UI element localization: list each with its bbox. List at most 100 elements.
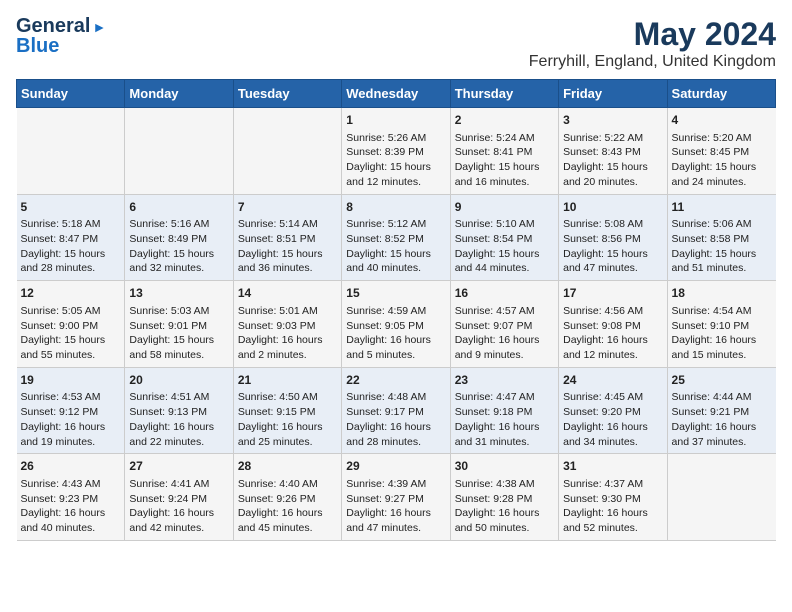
day-number: 4 — [672, 112, 772, 129]
cell-content: Daylight: 15 hours — [21, 247, 121, 262]
cell-content: and 20 minutes. — [563, 175, 662, 190]
cell-content: Sunrise: 5:26 AM — [346, 131, 445, 146]
week-row-3: 12Sunrise: 5:05 AMSunset: 9:00 PMDayligh… — [17, 281, 776, 368]
cell-content: and 24 minutes. — [672, 175, 772, 190]
cell-content: Sunset: 9:03 PM — [238, 319, 337, 334]
column-header-friday: Friday — [559, 80, 667, 108]
day-number: 11 — [672, 199, 772, 216]
cell-content: Sunrise: 4:54 AM — [672, 304, 772, 319]
cell-content: Daylight: 16 hours — [346, 333, 445, 348]
cell-content: Sunset: 8:39 PM — [346, 145, 445, 160]
day-number: 13 — [129, 285, 228, 302]
cell-content: and 42 minutes. — [129, 521, 228, 536]
calendar-cell: 27Sunrise: 4:41 AMSunset: 9:24 PMDayligh… — [125, 454, 233, 541]
cell-content: Sunset: 9:05 PM — [346, 319, 445, 334]
calendar-cell: 13Sunrise: 5:03 AMSunset: 9:01 PMDayligh… — [125, 281, 233, 368]
cell-content: and 15 minutes. — [672, 348, 772, 363]
cell-content: Sunset: 9:17 PM — [346, 405, 445, 420]
cell-content: Sunrise: 4:41 AM — [129, 477, 228, 492]
cell-content: Daylight: 16 hours — [563, 420, 662, 435]
calendar-cell: 25Sunrise: 4:44 AMSunset: 9:21 PMDayligh… — [667, 367, 775, 454]
page-title: May 2024 — [529, 16, 776, 53]
calendar-table: SundayMondayTuesdayWednesdayThursdayFrid… — [16, 79, 776, 541]
cell-content: Sunrise: 4:56 AM — [563, 304, 662, 319]
cell-content: and 37 minutes. — [672, 435, 772, 450]
cell-content: Sunrise: 4:38 AM — [455, 477, 554, 492]
cell-content: Daylight: 16 hours — [455, 506, 554, 521]
day-number: 15 — [346, 285, 445, 302]
cell-content: Sunrise: 4:37 AM — [563, 477, 662, 492]
day-number: 23 — [455, 372, 554, 389]
cell-content: and 12 minutes. — [346, 175, 445, 190]
cell-content: Sunset: 8:47 PM — [21, 232, 121, 247]
cell-content: Sunrise: 5:06 AM — [672, 217, 772, 232]
cell-content: Sunset: 8:43 PM — [563, 145, 662, 160]
column-header-wednesday: Wednesday — [342, 80, 450, 108]
calendar-cell: 11Sunrise: 5:06 AMSunset: 8:58 PMDayligh… — [667, 194, 775, 281]
cell-content: Sunrise: 4:40 AM — [238, 477, 337, 492]
cell-content: and 9 minutes. — [455, 348, 554, 363]
cell-content: Sunset: 9:30 PM — [563, 492, 662, 507]
day-number: 14 — [238, 285, 337, 302]
day-number: 2 — [455, 112, 554, 129]
calendar-cell: 4Sunrise: 5:20 AMSunset: 8:45 PMDaylight… — [667, 108, 775, 195]
cell-content: Sunset: 9:23 PM — [21, 492, 121, 507]
header-row: SundayMondayTuesdayWednesdayThursdayFrid… — [17, 80, 776, 108]
cell-content: Sunset: 9:12 PM — [21, 405, 121, 420]
cell-content: and 32 minutes. — [129, 261, 228, 276]
cell-content: and 36 minutes. — [238, 261, 337, 276]
day-number: 6 — [129, 199, 228, 216]
logo-blue: Blue — [16, 35, 59, 57]
cell-content: Sunset: 9:00 PM — [21, 319, 121, 334]
cell-content: Sunrise: 5:16 AM — [129, 217, 228, 232]
cell-content: and 45 minutes. — [238, 521, 337, 536]
cell-content: Daylight: 15 hours — [129, 247, 228, 262]
calendar-cell: 2Sunrise: 5:24 AMSunset: 8:41 PMDaylight… — [450, 108, 558, 195]
column-header-monday: Monday — [125, 80, 233, 108]
calendar-cell: 6Sunrise: 5:16 AMSunset: 8:49 PMDaylight… — [125, 194, 233, 281]
cell-content: Daylight: 15 hours — [21, 333, 121, 348]
week-row-5: 26Sunrise: 4:43 AMSunset: 9:23 PMDayligh… — [17, 454, 776, 541]
page-subtitle: Ferryhill, England, United Kingdom — [529, 53, 776, 71]
cell-content: and 28 minutes. — [346, 435, 445, 450]
cell-content: Sunset: 8:54 PM — [455, 232, 554, 247]
title-block: May 2024 Ferryhill, England, United King… — [529, 16, 776, 71]
cell-content: and 44 minutes. — [455, 261, 554, 276]
cell-content: and 5 minutes. — [346, 348, 445, 363]
calendar-cell: 31Sunrise: 4:37 AMSunset: 9:30 PMDayligh… — [559, 454, 667, 541]
cell-content: and 47 minutes. — [563, 261, 662, 276]
cell-content: Sunrise: 5:03 AM — [129, 304, 228, 319]
cell-content: Sunset: 8:52 PM — [346, 232, 445, 247]
cell-content: Daylight: 16 hours — [563, 333, 662, 348]
day-number: 26 — [21, 458, 121, 475]
cell-content: Sunrise: 5:01 AM — [238, 304, 337, 319]
day-number: 8 — [346, 199, 445, 216]
cell-content: Sunset: 9:10 PM — [672, 319, 772, 334]
cell-content: Sunset: 9:28 PM — [455, 492, 554, 507]
calendar-cell: 29Sunrise: 4:39 AMSunset: 9:27 PMDayligh… — [342, 454, 450, 541]
cell-content: and 22 minutes. — [129, 435, 228, 450]
week-row-1: 1Sunrise: 5:26 AMSunset: 8:39 PMDaylight… — [17, 108, 776, 195]
cell-content: Sunset: 9:26 PM — [238, 492, 337, 507]
cell-content: Daylight: 16 hours — [563, 506, 662, 521]
day-number: 3 — [563, 112, 662, 129]
calendar-cell: 20Sunrise: 4:51 AMSunset: 9:13 PMDayligh… — [125, 367, 233, 454]
cell-content: Sunrise: 5:08 AM — [563, 217, 662, 232]
cell-content: and 40 minutes. — [346, 261, 445, 276]
calendar-cell: 22Sunrise: 4:48 AMSunset: 9:17 PMDayligh… — [342, 367, 450, 454]
cell-content: Sunset: 9:21 PM — [672, 405, 772, 420]
cell-content: and 19 minutes. — [21, 435, 121, 450]
calendar-cell: 26Sunrise: 4:43 AMSunset: 9:23 PMDayligh… — [17, 454, 125, 541]
calendar-cell: 28Sunrise: 4:40 AMSunset: 9:26 PMDayligh… — [233, 454, 341, 541]
cell-content: Daylight: 16 hours — [346, 420, 445, 435]
day-number: 27 — [129, 458, 228, 475]
day-number: 22 — [346, 372, 445, 389]
column-header-tuesday: Tuesday — [233, 80, 341, 108]
cell-content: Sunset: 9:18 PM — [455, 405, 554, 420]
cell-content: Daylight: 15 hours — [129, 333, 228, 348]
column-header-sunday: Sunday — [17, 80, 125, 108]
cell-content: Sunrise: 5:14 AM — [238, 217, 337, 232]
cell-content: Daylight: 16 hours — [455, 333, 554, 348]
day-number: 28 — [238, 458, 337, 475]
calendar-cell: 24Sunrise: 4:45 AMSunset: 9:20 PMDayligh… — [559, 367, 667, 454]
